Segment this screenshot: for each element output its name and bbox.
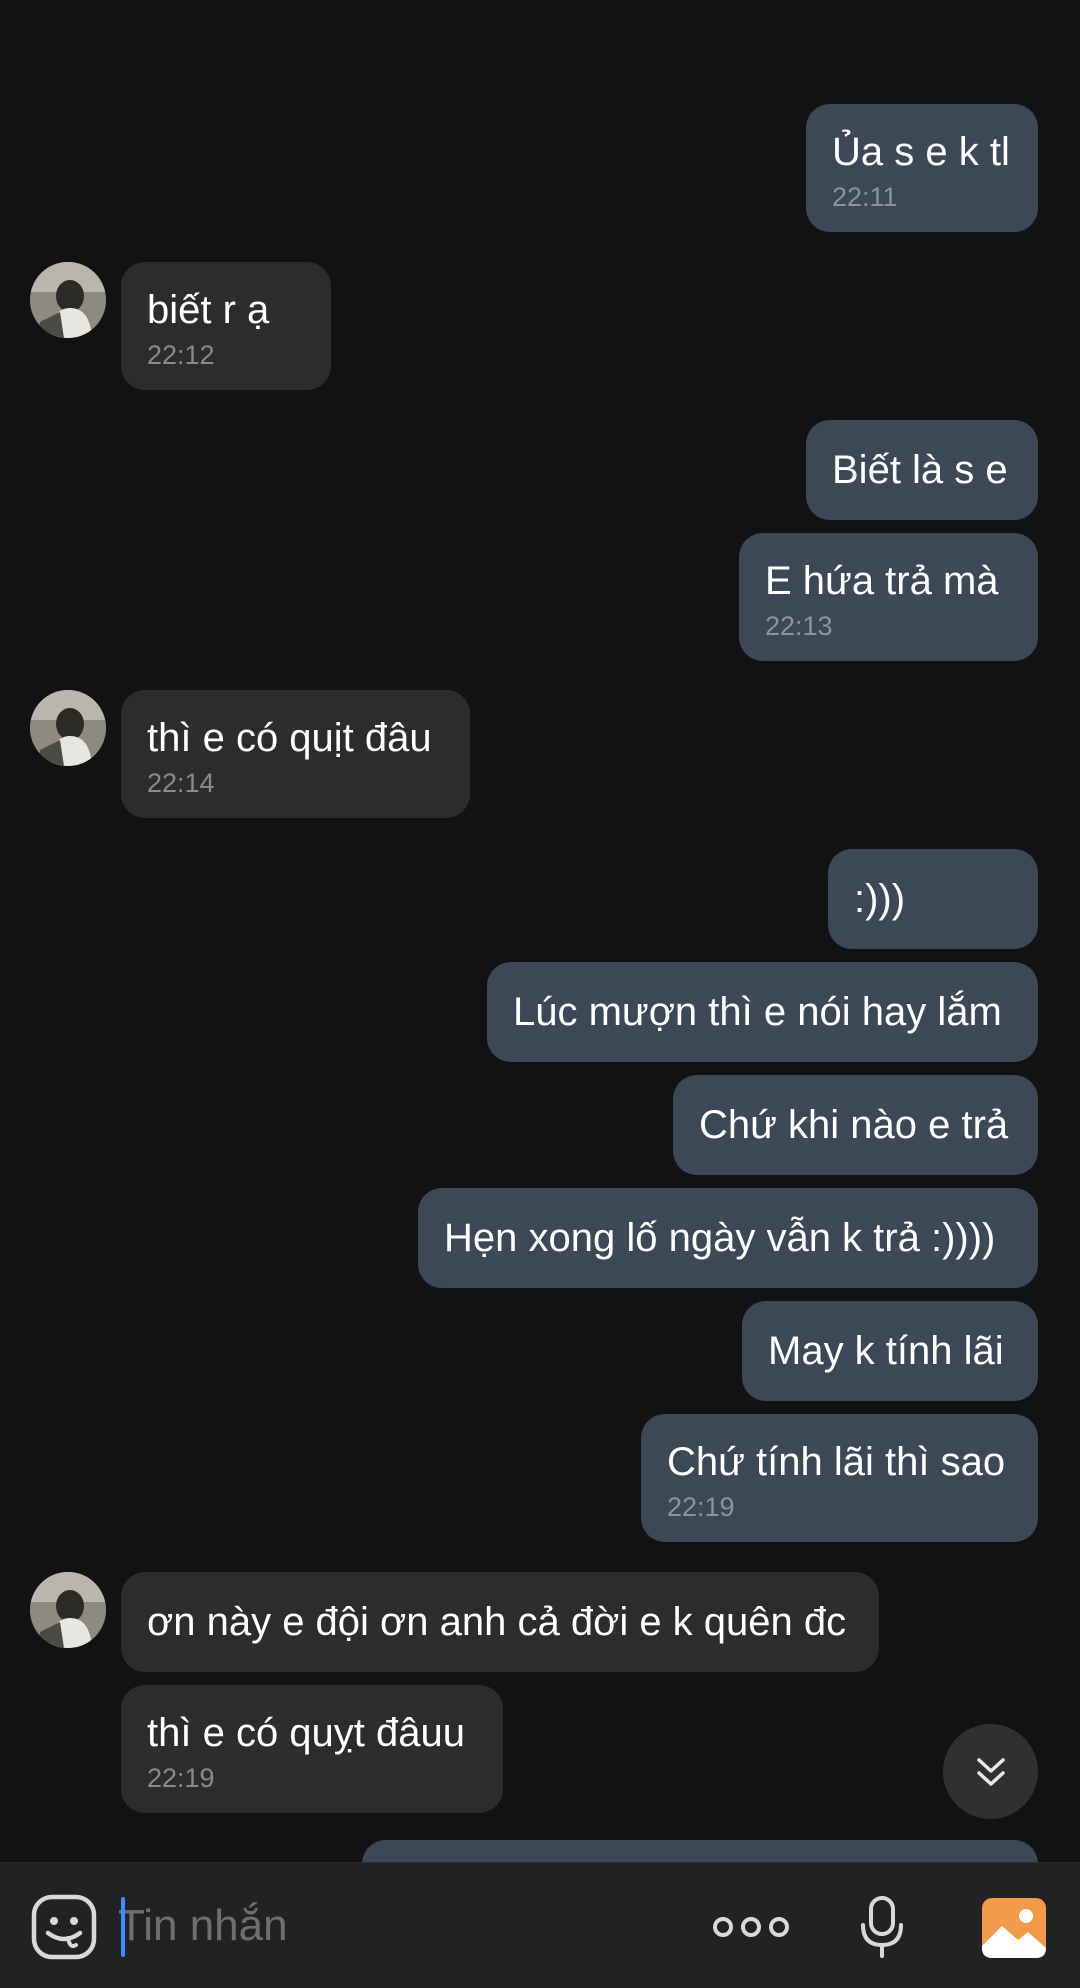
- message-time: 22:11: [832, 182, 898, 212]
- more-icon: [713, 1917, 789, 1937]
- message-time: 22:19: [667, 1492, 735, 1522]
- message-bubble-outgoing[interactable]: Ủa s e k tl 22:11: [806, 104, 1038, 232]
- message-bubble-outgoing[interactable]: E hứa trả mà 22:13: [739, 533, 1038, 661]
- gallery-button[interactable]: [982, 1897, 1046, 1959]
- message-text: :))): [854, 877, 906, 921]
- avatar-photo-icon: [30, 262, 106, 338]
- message-bubble-outgoing[interactable]: Lúc mượn thì e nói hay lắm: [487, 962, 1038, 1062]
- message-time: 22:13: [765, 611, 833, 641]
- avatar-photo-icon: [30, 1572, 106, 1648]
- avatar[interactable]: [30, 690, 106, 766]
- message-bubble-outgoing[interactable]: Hẹn xong lố ngày vẫn k trả :)))): [418, 1188, 1038, 1288]
- message-bubble-outgoing[interactable]: Chứ tính lãi thì sao 22:19: [641, 1414, 1038, 1542]
- message-text: Hẹn xong lố ngày vẫn k trả :)))): [444, 1216, 996, 1260]
- message-text: E hứa trả mà: [765, 559, 999, 603]
- more-options-button[interactable]: [712, 1897, 790, 1957]
- message-composer: [0, 1862, 1080, 1988]
- message-text: Lúc mượn thì e nói hay lắm: [513, 990, 1002, 1034]
- avatar[interactable]: [30, 1572, 106, 1648]
- message-bubble-outgoing[interactable]: May k tính lãi: [742, 1301, 1038, 1401]
- emoji-button[interactable]: [30, 1893, 98, 1961]
- message-bubble-outgoing[interactable]: Chứ khi nào e trả: [673, 1075, 1038, 1175]
- scroll-to-bottom-button[interactable]: [943, 1724, 1038, 1819]
- message-text: May k tính lãi: [768, 1329, 1004, 1373]
- avatar[interactable]: [30, 262, 106, 338]
- double-chevron-down-icon: [976, 1757, 1005, 1786]
- message-input-wrapper: [118, 1887, 678, 1965]
- message-bubble-incoming[interactable]: biết r ạ 22:12: [121, 262, 331, 390]
- message-text: thì e có quịt đâu: [147, 716, 432, 760]
- microphone-icon: [861, 1896, 903, 1958]
- message-text: Chứ tính lãi thì sao: [667, 1440, 1006, 1484]
- avatar-photo-icon: [30, 690, 106, 766]
- message-bubble-outgoing[interactable]: Biết là s e: [806, 420, 1038, 520]
- voice-message-button[interactable]: [852, 1889, 912, 1965]
- gallery-icon: [982, 1898, 1046, 1958]
- message-text: Ủa s e k tl: [832, 130, 1010, 174]
- message-text: biết r ạ: [147, 288, 270, 332]
- message-bubble-outgoing[interactable]: :))): [828, 849, 1038, 949]
- text-caret: [121, 1897, 125, 1957]
- message-text: ơn này e đội ơn anh cả đời e k quên đc: [147, 1600, 847, 1644]
- message-bubble-incoming[interactable]: ơn này e đội ơn anh cả đời e k quên đc: [121, 1572, 879, 1672]
- message-text: thì e có quỵt đâuu: [147, 1711, 466, 1755]
- message-bubble-outgoing-partial[interactable]: [362, 1840, 1038, 1862]
- emoji-icon: [31, 1894, 97, 1960]
- message-input[interactable]: [118, 1887, 678, 1965]
- message-text: Chứ khi nào e trả: [699, 1103, 1009, 1147]
- message-time: 22:14: [147, 768, 215, 798]
- message-bubble-incoming[interactable]: thì e có quỵt đâuu 22:19: [121, 1685, 503, 1813]
- message-list[interactable]: Ủa s e k tl 22:11 biết r ạ 22:12 Biết là…: [0, 0, 1080, 1862]
- message-time: 22:12: [147, 340, 215, 370]
- message-time: 22:19: [147, 1763, 215, 1793]
- message-bubble-incoming[interactable]: thì e có quịt đâu 22:14: [121, 690, 470, 818]
- message-text: Biết là s e: [832, 448, 1008, 492]
